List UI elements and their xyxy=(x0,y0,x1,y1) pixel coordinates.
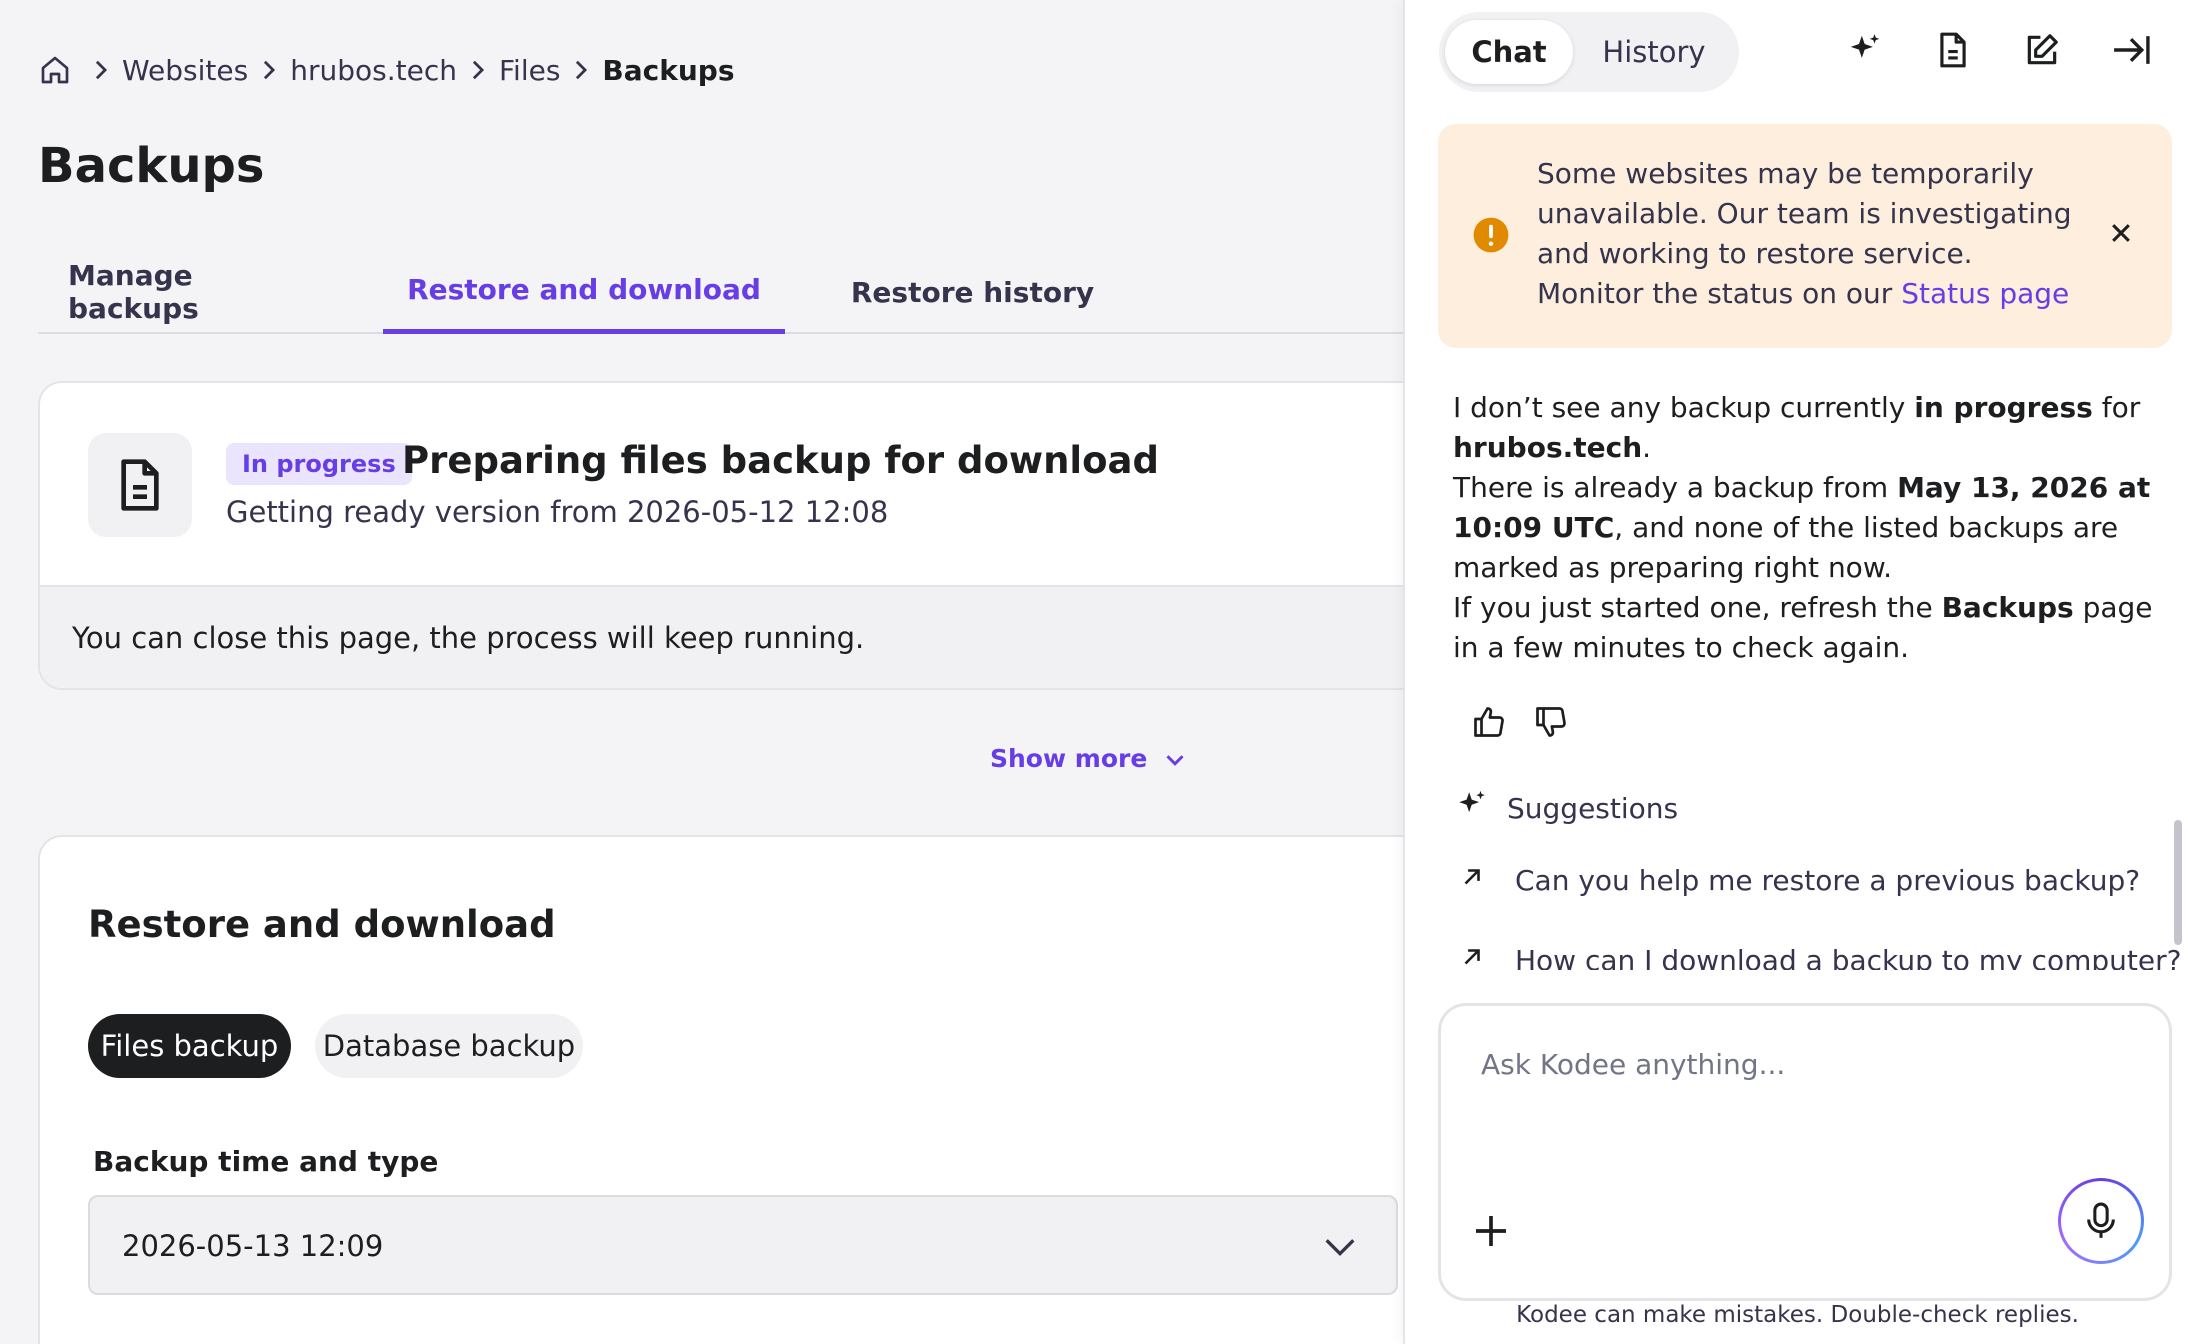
message-text: . xyxy=(1642,431,1652,464)
suggestions-list: Can you help me restore a previous backu… xyxy=(1405,840,2188,970)
alert-status-prefix: Monitor the status on our xyxy=(1537,277,1902,310)
chevron-down-icon xyxy=(1165,744,1185,773)
page-title: Backups xyxy=(38,138,265,194)
main-content: Websites hrubos.tech Files Backups Backu… xyxy=(0,0,1403,1344)
backup-time-label: Backup time and type xyxy=(93,1145,439,1178)
message-text: There is already a backup from xyxy=(1453,471,1898,504)
progress-note: You can close this page, the process wil… xyxy=(72,621,865,655)
alert-message: Some websites may be temporarily unavail… xyxy=(1537,157,2072,270)
chat-mode-switch: Chat History xyxy=(1439,12,1739,92)
new-chat-icon[interactable] xyxy=(2020,28,2064,72)
message-text: for xyxy=(2092,391,2141,424)
suggestion-text: How can I download a backup to my comput… xyxy=(1515,943,2182,971)
tab-bar: Manage backups Restore and download Rest… xyxy=(38,250,1403,334)
chevron-right-icon xyxy=(248,59,290,81)
sparkles-icon xyxy=(1455,788,1489,829)
collapse-panel-icon[interactable] xyxy=(2109,28,2153,72)
alert-text: Some websites may be temporarily unavail… xyxy=(1537,154,2097,314)
progress-card-footer: You can close this page, the process wil… xyxy=(40,585,1403,688)
breadcrumb-domain[interactable]: hrubos.tech xyxy=(290,54,457,87)
backup-progress-card: In progress Preparing files backup for d… xyxy=(38,381,1403,690)
sparkles-icon[interactable] xyxy=(1843,28,1887,72)
warning-icon xyxy=(1472,216,1510,258)
progress-card-header: In progress Preparing files backup for d… xyxy=(40,383,1403,585)
suggestions-title: Suggestions xyxy=(1507,792,1679,825)
database-backup-chip[interactable]: Database backup xyxy=(315,1014,583,1078)
chevron-right-icon xyxy=(560,59,602,81)
thumbs-up-icon[interactable] xyxy=(1467,700,1511,744)
home-icon[interactable] xyxy=(38,53,72,87)
tab-chat[interactable]: Chat xyxy=(1445,20,1573,84)
chevron-down-icon xyxy=(1320,1227,1360,1271)
message-bold: hrubos.tech xyxy=(1453,431,1643,464)
microphone-icon xyxy=(2061,1181,2141,1261)
files-backup-chip[interactable]: Files backup xyxy=(88,1014,291,1078)
message-bold: Backups xyxy=(1941,591,2074,624)
chevron-right-icon xyxy=(80,59,122,81)
tab-restore-history[interactable]: Restore history xyxy=(815,250,1130,334)
status-badge: In progress xyxy=(226,443,412,485)
suggestion-text: Can you help me restore a previous backu… xyxy=(1515,863,2141,897)
breadcrumb: Websites hrubos.tech Files Backups xyxy=(38,52,735,88)
suggestions-header: Suggestions xyxy=(1455,788,1678,829)
suggestion-item[interactable]: Can you help me restore a previous backu… xyxy=(1459,858,2140,902)
show-more-button[interactable]: Show more xyxy=(990,738,1185,778)
status-page-link[interactable]: Status page xyxy=(1901,277,2069,310)
breadcrumb-websites[interactable]: Websites xyxy=(122,54,248,87)
backup-time-select[interactable]: 2026-05-13 12:09 xyxy=(88,1195,1398,1295)
close-icon[interactable] xyxy=(2108,220,2134,250)
message-text: If you just started one, refresh the xyxy=(1453,591,1942,624)
backup-time-value: 2026-05-13 12:09 xyxy=(122,1229,384,1263)
show-more-label: Show more xyxy=(990,743,1148,773)
assistant-message: I don’t see any backup currently in prog… xyxy=(1453,388,2153,668)
breadcrumb-files[interactable]: Files xyxy=(499,54,560,87)
tab-manage-backups[interactable]: Manage backups xyxy=(68,250,313,334)
tab-restore-and-download[interactable]: Restore and download xyxy=(383,250,785,334)
progress-subtitle: Getting ready version from 2026-05-12 12… xyxy=(226,495,889,529)
chat-composer[interactable]: Ask Kodee anything... xyxy=(1438,1003,2172,1301)
kodee-chat-panel: Chat History Some websites may be tempor… xyxy=(1403,0,2188,1344)
chevron-right-icon xyxy=(457,59,499,81)
arrow-up-right-icon xyxy=(1459,944,1485,971)
breadcrumb-current: Backups xyxy=(602,53,735,87)
service-alert: Some websites may be temporarily unavail… xyxy=(1438,124,2172,348)
microphone-button[interactable] xyxy=(2058,1178,2144,1264)
arrow-up-right-icon xyxy=(1459,864,1485,897)
tab-history[interactable]: History xyxy=(1579,20,1729,84)
document-icon[interactable] xyxy=(1931,28,1975,72)
message-bold: in progress xyxy=(1914,391,2093,424)
chat-input-placeholder[interactable]: Ask Kodee anything... xyxy=(1481,1048,1785,1081)
thumbs-down-icon[interactable] xyxy=(1529,700,1573,744)
suggestion-item[interactable]: How can I download a backup to my comput… xyxy=(1459,938,2181,970)
add-attachment-icon[interactable] xyxy=(1471,1211,1511,1255)
progress-title: Preparing files backup for download xyxy=(402,439,1159,482)
restore-download-card: Restore and download Files backup Databa… xyxy=(38,835,1403,1344)
chat-disclaimer: Kodee can make mistakes. Double-check re… xyxy=(1516,1302,2079,1328)
file-document-icon xyxy=(88,433,192,537)
chat-scrollbar[interactable] xyxy=(2174,820,2182,945)
restore-card-heading: Restore and download xyxy=(88,903,556,946)
message-text: I don’t see any backup currently xyxy=(1453,391,1915,424)
